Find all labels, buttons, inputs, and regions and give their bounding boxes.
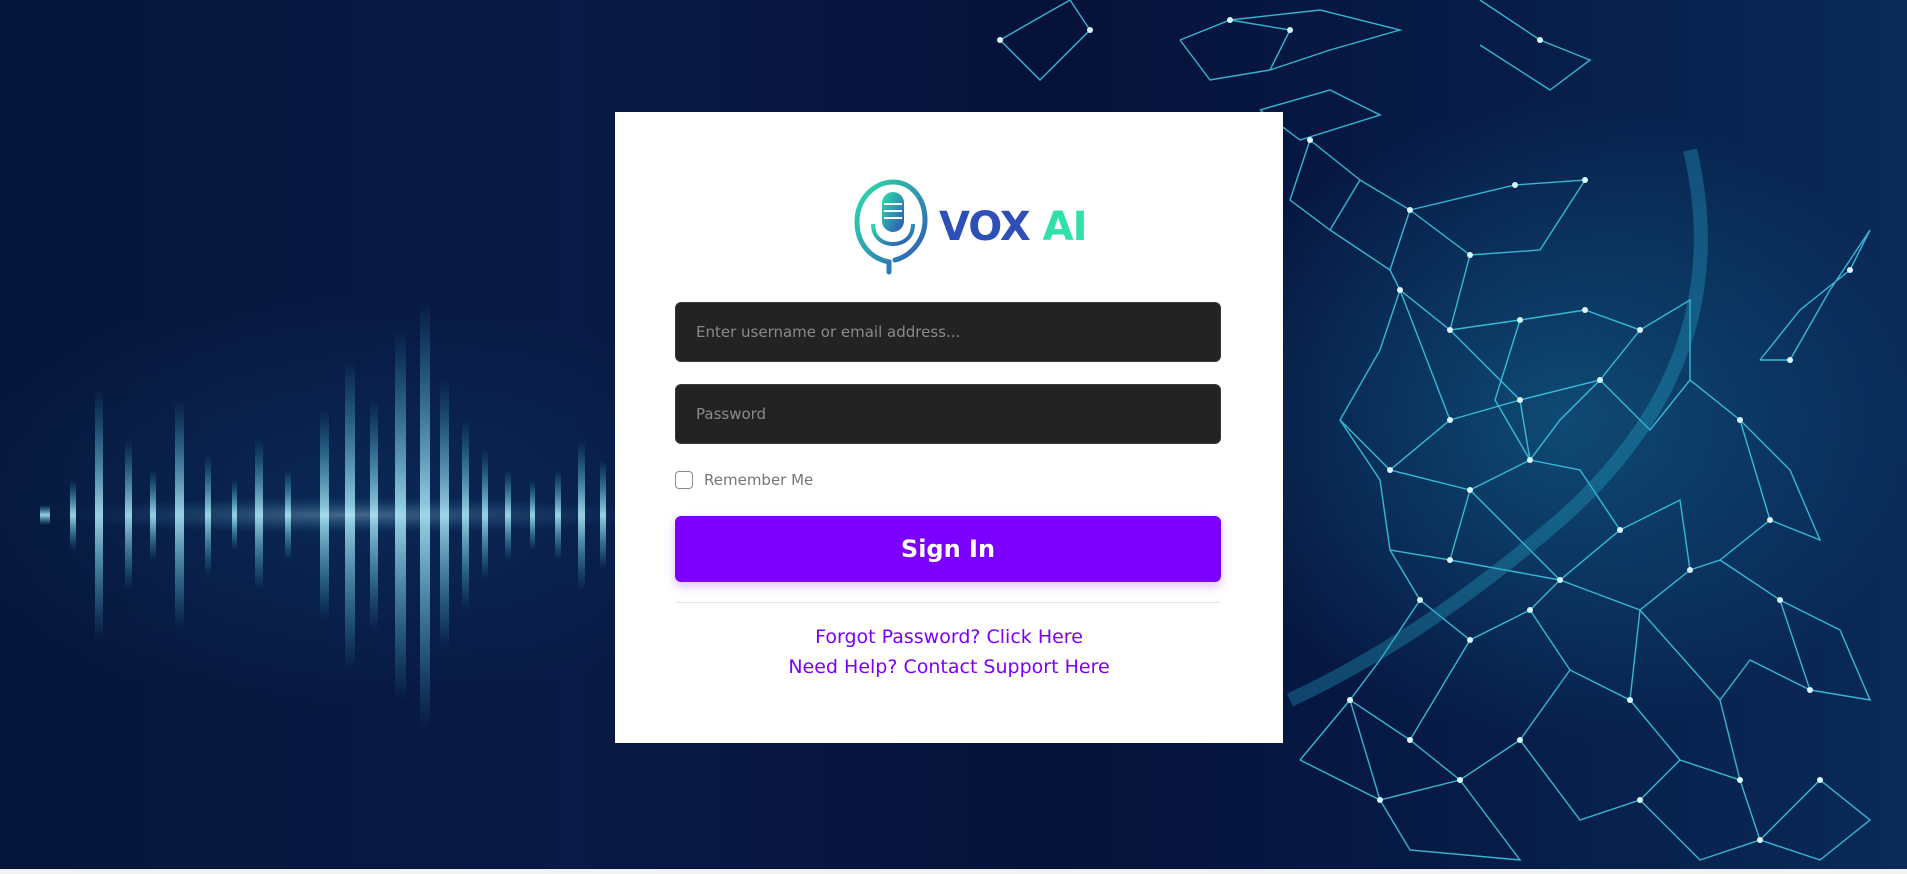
brand-logo: VOX AI [853,170,1087,278]
forgot-password-link[interactable]: Forgot Password? Click Here [615,626,1283,648]
sign-in-button[interactable]: Sign In [675,516,1221,582]
contact-support-link[interactable]: Need Help? Contact Support Here [615,656,1283,678]
bottom-edge-strip [0,869,1907,874]
divider [675,602,1221,603]
remember-me-checkbox[interactable] [675,471,693,489]
login-card: VOX AI Remember Me Sign In Forgot Passwo… [615,112,1283,743]
password-input[interactable] [675,384,1221,444]
brand-primary: VOX [939,204,1031,250]
brand-name: VOX AI [939,204,1088,250]
brand-secondary: AI [1042,204,1088,250]
username-input[interactable] [675,302,1221,362]
remember-me-label: Remember Me [704,471,814,489]
remember-me-toggle[interactable]: Remember Me [675,471,813,489]
sound-wave-graphic [40,300,650,730]
